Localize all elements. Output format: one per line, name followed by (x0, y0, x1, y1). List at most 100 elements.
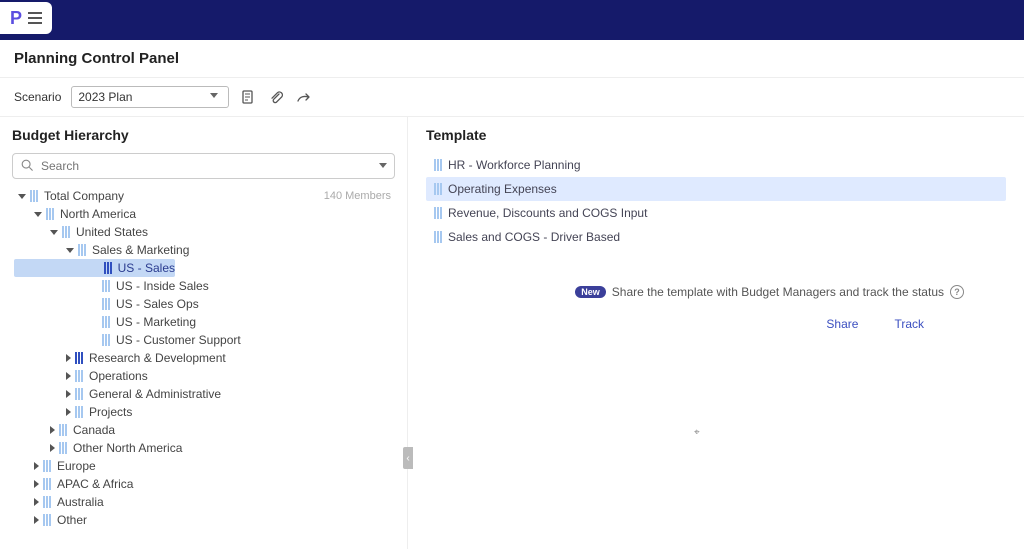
node-label: US - Sales (118, 261, 175, 275)
share-description-row: New Share the template with Budget Manag… (426, 285, 964, 299)
tree-node-australia[interactable]: Australia (12, 493, 395, 511)
node-label: Other North America (73, 441, 182, 455)
scenario-select[interactable]: 2023 Plan (71, 86, 229, 108)
tree-node-us-inside-sales[interactable]: US - Inside Sales (12, 277, 395, 295)
hierarchy-icon (434, 159, 442, 171)
hierarchy-tree: Total Company 140 Members North America … (12, 187, 395, 529)
node-label: APAC & Africa (57, 477, 133, 491)
template-label: Sales and COGS - Driver Based (448, 230, 620, 244)
template-label: Revenue, Discounts and COGS Input (448, 206, 647, 220)
chevron-down-icon (210, 93, 218, 98)
node-label: North America (60, 207, 136, 221)
scenario-label: Scenario (14, 90, 61, 104)
caret-right-icon[interactable] (66, 354, 71, 362)
tree-node-operations[interactable]: Operations (12, 367, 395, 385)
template-item-hr[interactable]: HR - Workforce Planning (426, 153, 1006, 177)
chevron-down-icon[interactable] (379, 163, 387, 168)
new-badge: New (575, 286, 606, 298)
node-label: Sales & Marketing (92, 243, 189, 257)
attachment-icon[interactable] (267, 88, 285, 106)
node-label: Australia (57, 495, 104, 509)
hierarchy-icon (43, 496, 51, 508)
scenario-value: 2023 Plan (78, 90, 132, 104)
template-item-revenue[interactable]: Revenue, Discounts and COGS Input (426, 201, 1006, 225)
caret-down-icon[interactable] (18, 194, 26, 199)
caret-right-icon[interactable] (34, 498, 39, 506)
node-label: Operations (89, 369, 148, 383)
tree-node-other[interactable]: Other (12, 511, 395, 529)
tree-node-us-customer-support[interactable]: US - Customer Support (12, 331, 395, 349)
logo-tab: P (0, 2, 52, 34)
caret-right-icon[interactable] (66, 390, 71, 398)
document-icon[interactable] (239, 88, 257, 106)
caret-right-icon[interactable] (34, 462, 39, 470)
share-links: Share Track (426, 317, 964, 331)
toolbar: Scenario 2023 Plan (0, 78, 1024, 117)
hierarchy-icon (62, 226, 70, 238)
hierarchy-search (12, 153, 395, 179)
top-bar: P (0, 0, 1024, 40)
page-title: Planning Control Panel (0, 40, 1024, 78)
tree-node-united-states[interactable]: United States (12, 223, 395, 241)
hierarchy-icon (59, 442, 67, 454)
help-icon[interactable]: ? (950, 285, 964, 299)
tree-node-other-na[interactable]: Other North America (12, 439, 395, 457)
share-arrow-icon[interactable] (295, 88, 313, 106)
cursor-icon: ⌖ (694, 427, 700, 438)
members-count: 140 Members (324, 190, 395, 202)
node-label: Europe (57, 459, 96, 473)
caret-right-icon[interactable] (34, 516, 39, 524)
caret-right-icon[interactable] (50, 444, 55, 452)
hierarchy-icon (75, 406, 83, 418)
node-label: General & Administrative (89, 387, 221, 401)
hierarchy-icon (43, 514, 51, 526)
node-label: US - Marketing (116, 315, 196, 329)
node-label: US - Sales Ops (116, 297, 199, 311)
share-link[interactable]: Share (826, 317, 858, 331)
template-title: Template (426, 127, 1024, 143)
node-label: US - Customer Support (116, 333, 241, 347)
panel-collapse-handle[interactable]: ‹ (403, 447, 413, 469)
search-icon (20, 158, 34, 172)
hierarchy-icon (434, 231, 442, 243)
caret-down-icon[interactable] (34, 212, 42, 217)
hierarchy-icon (59, 424, 67, 436)
hierarchy-icon (75, 352, 83, 364)
hamburger-icon[interactable] (28, 12, 42, 24)
caret-right-icon[interactable] (66, 372, 71, 380)
share-description: Share the template with Budget Managers … (612, 285, 944, 299)
hierarchy-icon (102, 316, 110, 328)
template-item-sales-cogs[interactable]: Sales and COGS - Driver Based (426, 225, 1006, 249)
tree-node-projects[interactable]: Projects (12, 403, 395, 421)
tree-node-apac[interactable]: APAC & Africa (12, 475, 395, 493)
caret-right-icon[interactable] (34, 480, 39, 488)
hierarchy-icon (102, 280, 110, 292)
node-label: United States (76, 225, 148, 239)
tree-node-europe[interactable]: Europe (12, 457, 395, 475)
app-logo: P (10, 8, 22, 29)
template-item-opex[interactable]: Operating Expenses (426, 177, 1006, 201)
node-label: Projects (89, 405, 132, 419)
track-link[interactable]: Track (894, 317, 924, 331)
tree-node-ga[interactable]: General & Administrative (12, 385, 395, 403)
budget-hierarchy-panel: Budget Hierarchy Total Company 140 Membe… (0, 117, 408, 549)
caret-right-icon[interactable] (66, 408, 71, 416)
share-section: New Share the template with Budget Manag… (426, 285, 1024, 331)
caret-down-icon[interactable] (66, 248, 74, 253)
hierarchy-icon (102, 298, 110, 310)
tree-node-us-sales[interactable]: US - Sales (14, 259, 175, 277)
tree-node-us-sales-ops[interactable]: US - Sales Ops (12, 295, 395, 313)
tree-node-total-company[interactable]: Total Company 140 Members (12, 187, 395, 205)
node-label: Canada (73, 423, 115, 437)
hierarchy-icon (75, 388, 83, 400)
tree-node-canada[interactable]: Canada (12, 421, 395, 439)
node-label: US - Inside Sales (116, 279, 209, 293)
tree-node-sales-marketing[interactable]: Sales & Marketing (12, 241, 395, 259)
caret-down-icon[interactable] (50, 230, 58, 235)
tree-node-north-america[interactable]: North America (12, 205, 395, 223)
search-input[interactable] (12, 153, 395, 179)
hierarchy-icon (434, 183, 442, 195)
caret-right-icon[interactable] (50, 426, 55, 434)
tree-node-rd[interactable]: Research & Development (12, 349, 395, 367)
tree-node-us-marketing[interactable]: US - Marketing (12, 313, 395, 331)
